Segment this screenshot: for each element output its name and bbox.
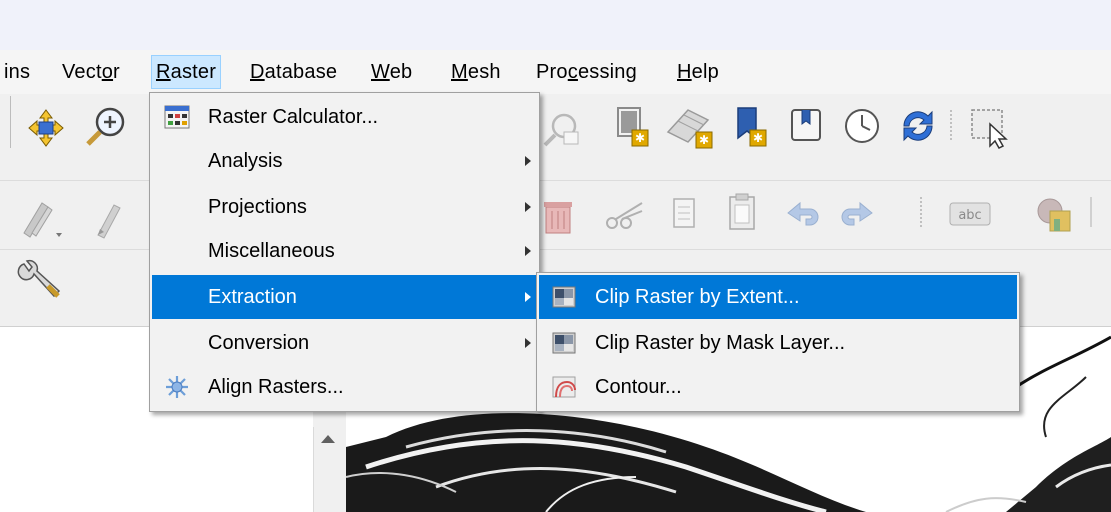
svg-text:✱: ✱ [699, 133, 709, 147]
menu-item-clip-raster-by-mask-layer[interactable]: Clip Raster by Mask Layer... [539, 321, 1017, 365]
submenu-arrow-icon [525, 156, 531, 166]
delete-selected-icon[interactable] [540, 197, 576, 237]
align-rasters-icon [166, 376, 188, 398]
identify-icon[interactable] [540, 110, 584, 150]
raster-calculator-icon [164, 105, 190, 129]
toolbar-separator [1090, 197, 1094, 227]
new-bookmark-icon[interactable]: ✱ [610, 104, 654, 150]
zoom-in-icon[interactable] [82, 104, 130, 148]
svg-text:✱: ✱ [753, 131, 763, 145]
toolbar-separator [920, 197, 926, 227]
menu-bar: ins Vector Raster Database Web Mesh Proc… [0, 50, 1111, 94]
refresh-icon[interactable] [896, 104, 940, 148]
toolbar-separator [950, 110, 956, 140]
menu-item-projections[interactable]: Projections [152, 185, 537, 229]
show-bookmarks-icon[interactable]: ✱ [728, 104, 772, 150]
menu-help[interactable]: Help [673, 56, 723, 88]
digitize-icon[interactable] [16, 195, 76, 239]
clip-raster-mask-icon [552, 332, 576, 354]
toolbar-edge [0, 96, 11, 148]
scroll-up-arrow[interactable] [321, 435, 335, 443]
processing-toolbox-icon[interactable] [14, 254, 64, 304]
edit-pencil-icon[interactable] [88, 195, 128, 239]
menu-plugins[interactable]: ins [0, 56, 34, 88]
menu-database[interactable]: Database [246, 56, 341, 88]
select-features-icon[interactable] [968, 106, 1018, 150]
menu-item-clip-raster-by-extent[interactable]: Clip Raster by Extent... [539, 275, 1017, 319]
pan-to-selection-icon[interactable] [22, 108, 70, 148]
copy-features-icon[interactable] [666, 193, 702, 237]
menu-web[interactable]: Web [367, 56, 416, 88]
title-bar [0, 0, 1111, 50]
svg-text:✱: ✱ [635, 131, 645, 145]
contour-icon [552, 376, 576, 398]
submenu-arrow-icon [525, 246, 531, 256]
submenu-arrow-icon [525, 292, 531, 302]
layers-scrollbar[interactable] [313, 427, 342, 512]
menu-processing[interactable]: Processing [532, 56, 641, 88]
menu-vector[interactable]: Vector [58, 56, 124, 88]
menu-item-contour[interactable]: Contour... [539, 365, 1017, 409]
temporal-controller-icon[interactable] [842, 106, 882, 146]
svg-text:abc: abc [958, 208, 981, 223]
menu-raster[interactable]: Raster [150, 55, 222, 89]
menu-item-analysis[interactable]: Analysis [152, 139, 537, 183]
menu-item-conversion[interactable]: Conversion [152, 321, 537, 365]
extraction-submenu: Clip Raster by Extent... Clip Raster by … [536, 272, 1020, 412]
paste-features-icon[interactable] [724, 191, 760, 237]
submenu-arrow-icon [525, 202, 531, 212]
label-abc-icon[interactable]: abc [948, 201, 992, 229]
cut-features-icon[interactable] [604, 197, 648, 233]
menu-item-align-rasters[interactable]: Align Rasters... [152, 365, 537, 409]
clip-raster-extent-icon [552, 286, 576, 308]
diagram-icon[interactable] [1032, 193, 1076, 237]
submenu-arrow-icon [525, 338, 531, 348]
menu-item-miscellaneous[interactable]: Miscellaneous [152, 229, 537, 273]
redo-icon[interactable] [838, 197, 878, 233]
menu-mesh[interactable]: Mesh [447, 56, 505, 88]
menu-item-raster-calculator[interactable]: Raster Calculator... [152, 95, 537, 139]
menu-item-extraction[interactable]: Extraction [152, 275, 537, 319]
undo-icon[interactable] [782, 197, 822, 233]
raster-menu: Raster Calculator... Analysis Projection… [149, 92, 540, 412]
new-spatial-bookmark-icon[interactable]: ✱ [664, 104, 716, 150]
new-map-view-icon[interactable] [788, 106, 828, 146]
